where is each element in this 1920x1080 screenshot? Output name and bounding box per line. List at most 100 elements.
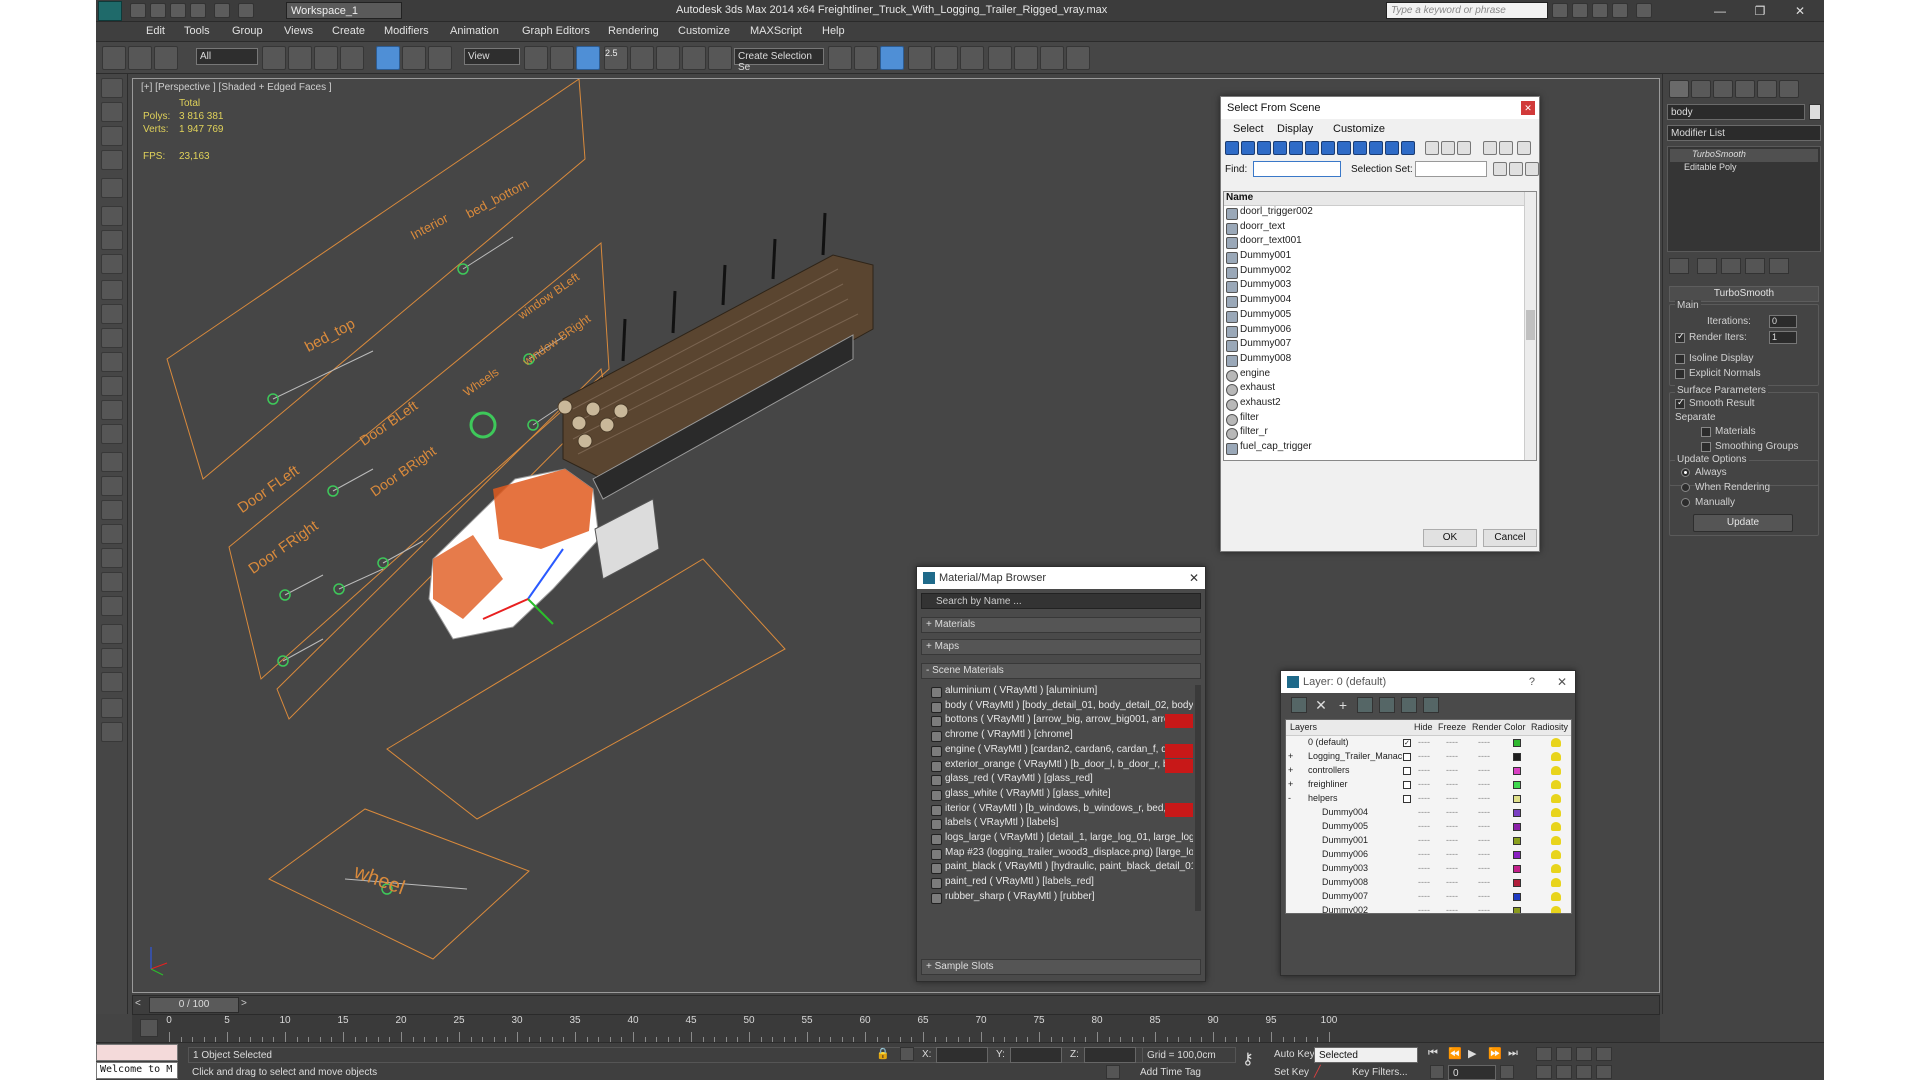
mini-curve-editor-icon[interactable]	[140, 1019, 158, 1037]
find-input[interactable]	[1253, 161, 1341, 177]
pan-view-icon[interactable]	[1556, 1065, 1572, 1079]
col-radiosity[interactable]: Radiosity	[1531, 722, 1568, 732]
layer-row[interactable]: - helpers ---- ---- ----	[1286, 792, 1571, 806]
isoline-display-checkbox[interactable]	[1675, 354, 1685, 364]
layer-color-swatch[interactable]	[1513, 781, 1521, 789]
scene-object-row[interactable]: filter_r	[1224, 426, 1536, 441]
ok-button[interactable]: OK	[1423, 529, 1477, 547]
toolbar-icon-19[interactable]	[101, 524, 123, 544]
time-config-icon[interactable]	[1500, 1065, 1514, 1079]
separate-materials-checkbox[interactable]	[1701, 427, 1711, 437]
link-icon[interactable]	[102, 46, 126, 70]
layer-close-icon[interactable]: ✕	[1557, 675, 1567, 689]
orbit-icon[interactable]	[1576, 1065, 1592, 1079]
toolbar-icon-6[interactable]	[101, 206, 123, 226]
create-tab-icon[interactable]	[1669, 80, 1689, 98]
smooth-result-checkbox[interactable]	[1675, 397, 1685, 409]
help-icon[interactable]	[1636, 3, 1652, 18]
x-coordinate-field[interactable]	[936, 1047, 988, 1063]
render-production-icon[interactable]	[1066, 46, 1090, 70]
col-render[interactable]: Render	[1472, 722, 1502, 732]
unlink-icon[interactable]	[128, 46, 152, 70]
layer-state-toggle[interactable]: ----	[1418, 751, 1430, 761]
menu-group[interactable]: Group	[232, 25, 263, 37]
scene-object-row[interactable]: Dummy007	[1224, 338, 1536, 353]
scene-material-row[interactable]: iterior ( VRayMtl ) [b_windows, b_window…	[929, 802, 1193, 818]
layer-state-toggle[interactable]: ----	[1446, 751, 1458, 761]
stack-item-editable-poly[interactable]: Editable Poly	[1670, 162, 1818, 175]
menu-views[interactable]: Views	[284, 25, 313, 37]
layer-state-toggle[interactable]: ----	[1418, 765, 1430, 775]
rect-selection-icon[interactable]	[314, 46, 338, 70]
time-prev-icon[interactable]: <	[135, 998, 147, 1012]
layer-state-toggle[interactable]: ----	[1446, 737, 1458, 747]
layer-state-toggle[interactable]: ----	[1478, 891, 1490, 901]
filter-shapes-icon[interactable]	[1241, 141, 1255, 155]
filter-spacewarps-icon[interactable]	[1305, 141, 1319, 155]
layer-expand-toggle[interactable]: +	[1288, 765, 1293, 775]
app-logo-icon[interactable]	[98, 1, 122, 21]
modify-tab-icon[interactable]	[1691, 80, 1711, 98]
motion-tab-icon[interactable]	[1735, 80, 1755, 98]
layer-row[interactable]: Dummy004 ---- ---- ----	[1286, 806, 1571, 820]
layer-color-swatch[interactable]	[1513, 823, 1521, 831]
layer-state-toggle[interactable]: ----	[1446, 863, 1458, 873]
menu-modifiers[interactable]: Modifiers	[384, 25, 429, 37]
named-selection-set-dropdown[interactable]: Create Selection Se	[734, 48, 824, 73]
scene-object-row[interactable]: exhaust	[1224, 382, 1536, 397]
layer-state-toggle[interactable]: ----	[1418, 891, 1430, 901]
scene-material-row[interactable]: exterior_orange ( VRayMtl ) [b_door_l, b…	[929, 758, 1193, 774]
scene-material-row[interactable]: chrome ( VRayMtl ) [chrome]	[929, 729, 1193, 744]
scene-material-row[interactable]: engine ( VRayMtl ) [cardan2, cardan6, ca…	[929, 743, 1193, 759]
graphite-toggle-icon[interactable]	[908, 46, 932, 70]
selection-filter-dropdown[interactable]: All	[196, 48, 258, 65]
layer-expand-toggle[interactable]: +	[1288, 751, 1293, 761]
radiosity-teapot-icon[interactable]	[1551, 766, 1561, 775]
layer-state-toggle[interactable]: ----	[1478, 877, 1490, 887]
pin-stack-icon[interactable]	[1669, 258, 1689, 274]
layer-row[interactable]: + controllers ---- ---- ----	[1286, 764, 1571, 778]
percent-snap-icon[interactable]	[656, 46, 680, 70]
layer-color-swatch[interactable]	[1513, 851, 1521, 859]
layer-row[interactable]: + freighliner ---- ---- ----	[1286, 778, 1571, 792]
scene-object-row[interactable]: fuel_cap_trigger	[1224, 441, 1536, 456]
binoculars-icon[interactable]	[1552, 3, 1568, 18]
save-file-icon[interactable]	[170, 3, 186, 18]
layer-state-toggle[interactable]: ----	[1418, 835, 1430, 845]
layer-color-swatch[interactable]	[1513, 739, 1521, 747]
scene-material-row[interactable]: bottons ( VRayMtl ) [arrow_big, arrow_bi…	[929, 714, 1193, 729]
key-filter-dropdown[interactable]: Selected	[1314, 1047, 1418, 1063]
layer-state-toggle[interactable]: ----	[1418, 793, 1430, 803]
object-name-field[interactable]: body	[1667, 104, 1805, 120]
layer-color-swatch[interactable]	[1513, 767, 1521, 775]
scene-object-row[interactable]: Dummy006	[1224, 324, 1536, 339]
material-editor-icon[interactable]	[988, 46, 1012, 70]
undo-icon[interactable]	[190, 3, 206, 18]
make-unique-icon[interactable]	[1721, 258, 1741, 274]
cancel-button[interactable]: Cancel	[1483, 529, 1537, 547]
toolbar-icon-8[interactable]	[101, 254, 123, 274]
sfs-menu-select[interactable]: Select	[1233, 123, 1264, 135]
key-mode-icon[interactable]: ╱	[1314, 1065, 1332, 1079]
radiosity-teapot-icon[interactable]	[1551, 794, 1561, 803]
select-move-icon[interactable]	[376, 46, 400, 70]
menu-animation[interactable]: Animation	[450, 25, 499, 37]
maximize-viewport-icon[interactable]	[1596, 1065, 1612, 1079]
select-by-name-icon[interactable]	[288, 46, 312, 70]
menu-graph-editors[interactable]: Graph Editors	[522, 25, 590, 37]
scene-object-row[interactable]: doorr_text001	[1224, 235, 1536, 250]
scene-object-row[interactable]: doorr_text	[1224, 221, 1536, 236]
layer-state-toggle[interactable]: ----	[1446, 849, 1458, 859]
menu-edit[interactable]: Edit	[146, 25, 165, 37]
help-icon-left[interactable]	[101, 722, 123, 742]
col-hide[interactable]: Hide	[1414, 722, 1433, 732]
radiosity-teapot-icon[interactable]	[1551, 780, 1561, 789]
maxscript-listener-white[interactable]: Welcome to M	[96, 1062, 178, 1079]
go-to-start-icon[interactable]: ⏮	[1428, 1047, 1444, 1063]
menu-tools[interactable]: Tools	[184, 25, 210, 37]
layer-current-checkbox[interactable]	[1403, 753, 1411, 761]
schematic-view-icon[interactable]	[960, 46, 984, 70]
select-object-icon[interactable]	[262, 46, 286, 70]
sphere-icon[interactable]	[101, 304, 123, 324]
subscription-icon[interactable]	[1572, 3, 1588, 18]
